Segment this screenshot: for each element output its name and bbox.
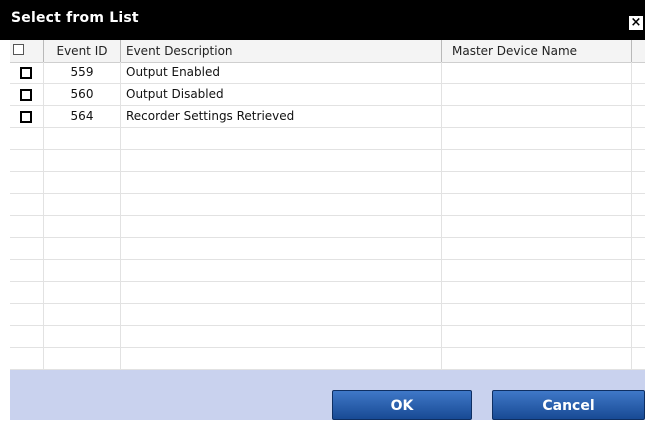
header-select-cell [10,40,44,62]
row-checkbox[interactable] [20,67,32,79]
empty-row [10,172,645,194]
empty-row [10,128,645,150]
event-id-cell: 564 [44,106,121,127]
event-id-cell: 560 [44,84,121,105]
empty-row [10,216,645,238]
ok-button[interactable]: OK [332,390,472,420]
row-checkbox[interactable] [20,89,32,101]
table-row[interactable]: 564 Recorder Settings Retrieved [10,106,645,128]
header-event-description[interactable]: Event Description [121,40,442,62]
table-row[interactable]: 559 Output Enabled [10,62,645,84]
empty-row [10,304,645,326]
event-description-cell: Output Disabled [121,84,442,105]
event-list-grid: Event ID Event Description Master Device… [10,40,645,370]
event-id-cell: 559 [44,62,121,83]
master-device-cell [442,106,632,127]
empty-row [10,194,645,216]
empty-row [10,326,645,348]
close-icon[interactable]: × [629,16,643,30]
cancel-button[interactable]: Cancel [492,390,645,420]
header-event-id[interactable]: Event ID [44,40,121,62]
empty-row [10,238,645,260]
master-device-cell [442,62,632,83]
empty-row [10,150,645,172]
dialog-title: Select from List [11,10,139,26]
grid-header: Event ID Event Description Master Device… [10,40,645,63]
header-master-device-name[interactable]: Master Device Name [442,40,632,62]
button-bar: OK Cancel [10,370,645,420]
event-description-cell: Output Enabled [121,62,442,83]
row-checkbox[interactable] [20,111,32,123]
select-all-checkbox[interactable] [13,44,24,55]
table-row[interactable]: 560 Output Disabled [10,84,645,106]
empty-row [10,260,645,282]
empty-row [10,348,645,370]
empty-row [10,282,645,304]
title-bar: Select from List × [0,0,645,40]
event-description-cell: Recorder Settings Retrieved [121,106,442,127]
master-device-cell [442,84,632,105]
